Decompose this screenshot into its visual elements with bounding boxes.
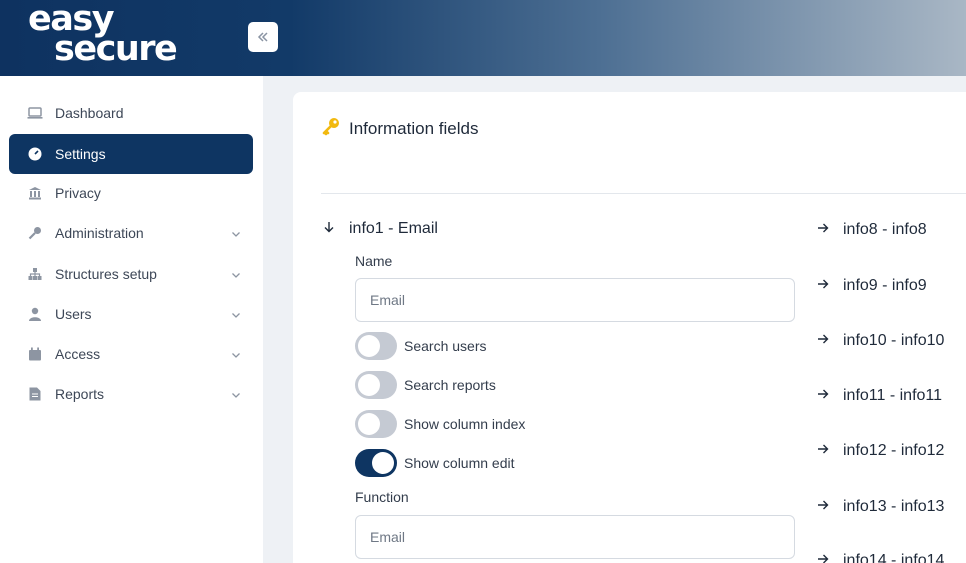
toggle-show-column-index[interactable]: Show column index [355,410,525,438]
arrow-right-icon [817,552,829,563]
laptop-icon [27,105,43,121]
field-info12[interactable]: info12 - info12 [817,442,944,460]
chevron-down-icon [231,387,241,403]
function-input[interactable] [355,515,795,559]
sidebar-item-structures-setup[interactable]: Structures setup [9,254,253,294]
sidebar-item-label: Settings [55,146,106,162]
name-input[interactable] [355,278,795,322]
toggle-switch[interactable] [355,449,397,477]
sidebar-item-reports[interactable]: Reports [9,374,253,414]
field-info11[interactable]: info11 - info11 [817,387,942,405]
sidebar-item-access[interactable]: Access [9,334,253,374]
toggle-switch[interactable] [355,371,397,399]
arrow-down-icon [323,220,335,238]
sidebar: Dashboard Settings Privacy Administratio… [0,76,263,563]
key-icon [27,225,43,241]
arrow-right-icon [817,387,829,405]
main-content: Information fields info1 - Email Name Se… [263,76,966,563]
toggle-search-reports[interactable]: Search reports [355,371,496,399]
gauge-icon [27,146,43,162]
divider [321,193,966,194]
top-header: easy secure [0,0,966,76]
arrow-right-icon [817,442,829,460]
function-label: Function [355,489,409,505]
arrow-right-icon [817,332,829,350]
key-icon [321,116,341,141]
arrow-right-icon [817,498,829,516]
field-info1-header[interactable]: info1 - Email [323,220,438,238]
arrow-right-icon [817,277,829,295]
sitemap-icon [27,266,43,282]
field-info9[interactable]: info9 - info9 [817,277,927,295]
panel-title: Information fields [321,116,478,141]
sidebar-item-label: Users [55,306,92,322]
building-icon [27,185,43,201]
sidebar-item-label: Reports [55,386,105,402]
field-info10[interactable]: info10 - info10 [817,332,944,350]
chevron-down-icon [231,267,241,283]
double-chevron-left-icon [257,32,268,42]
sidebar-item-users[interactable]: Users [9,294,253,334]
user-icon [27,306,43,322]
toggle-show-column-edit[interactable]: Show column edit [355,449,515,477]
arrow-right-icon [817,221,829,239]
field-info14[interactable]: info14 - info14 [817,552,944,563]
toggle-switch[interactable] [355,410,397,438]
file-icon [27,386,43,402]
field-info13[interactable]: info13 - info13 [817,498,944,516]
sidebar-item-privacy[interactable]: Privacy [9,173,253,213]
sidebar-item-label: Dashboard [55,105,124,121]
sidebar-item-settings[interactable]: Settings [9,134,253,174]
sidebar-item-label: Administration [55,225,144,241]
toggle-switch[interactable] [355,332,397,360]
sidebar-item-administration[interactable]: Administration [9,213,253,253]
field-info8[interactable]: info8 - info8 [817,221,927,239]
sidebar-item-label: Structures setup [55,266,157,282]
name-label: Name [355,253,393,269]
chevron-down-icon [231,226,241,242]
collapse-sidebar-button[interactable] [248,22,278,52]
easysecure-logo[interactable]: easy secure [28,2,178,67]
chevron-down-icon [231,347,241,363]
information-fields-panel: Information fields info1 - Email Name Se… [293,92,966,563]
toggle-search-users[interactable]: Search users [355,332,486,360]
calendar-icon [27,346,43,362]
sidebar-item-label: Privacy [55,185,101,201]
chevron-down-icon [231,307,241,323]
sidebar-item-label: Access [55,346,101,362]
sidebar-item-dashboard[interactable]: Dashboard [9,93,253,133]
